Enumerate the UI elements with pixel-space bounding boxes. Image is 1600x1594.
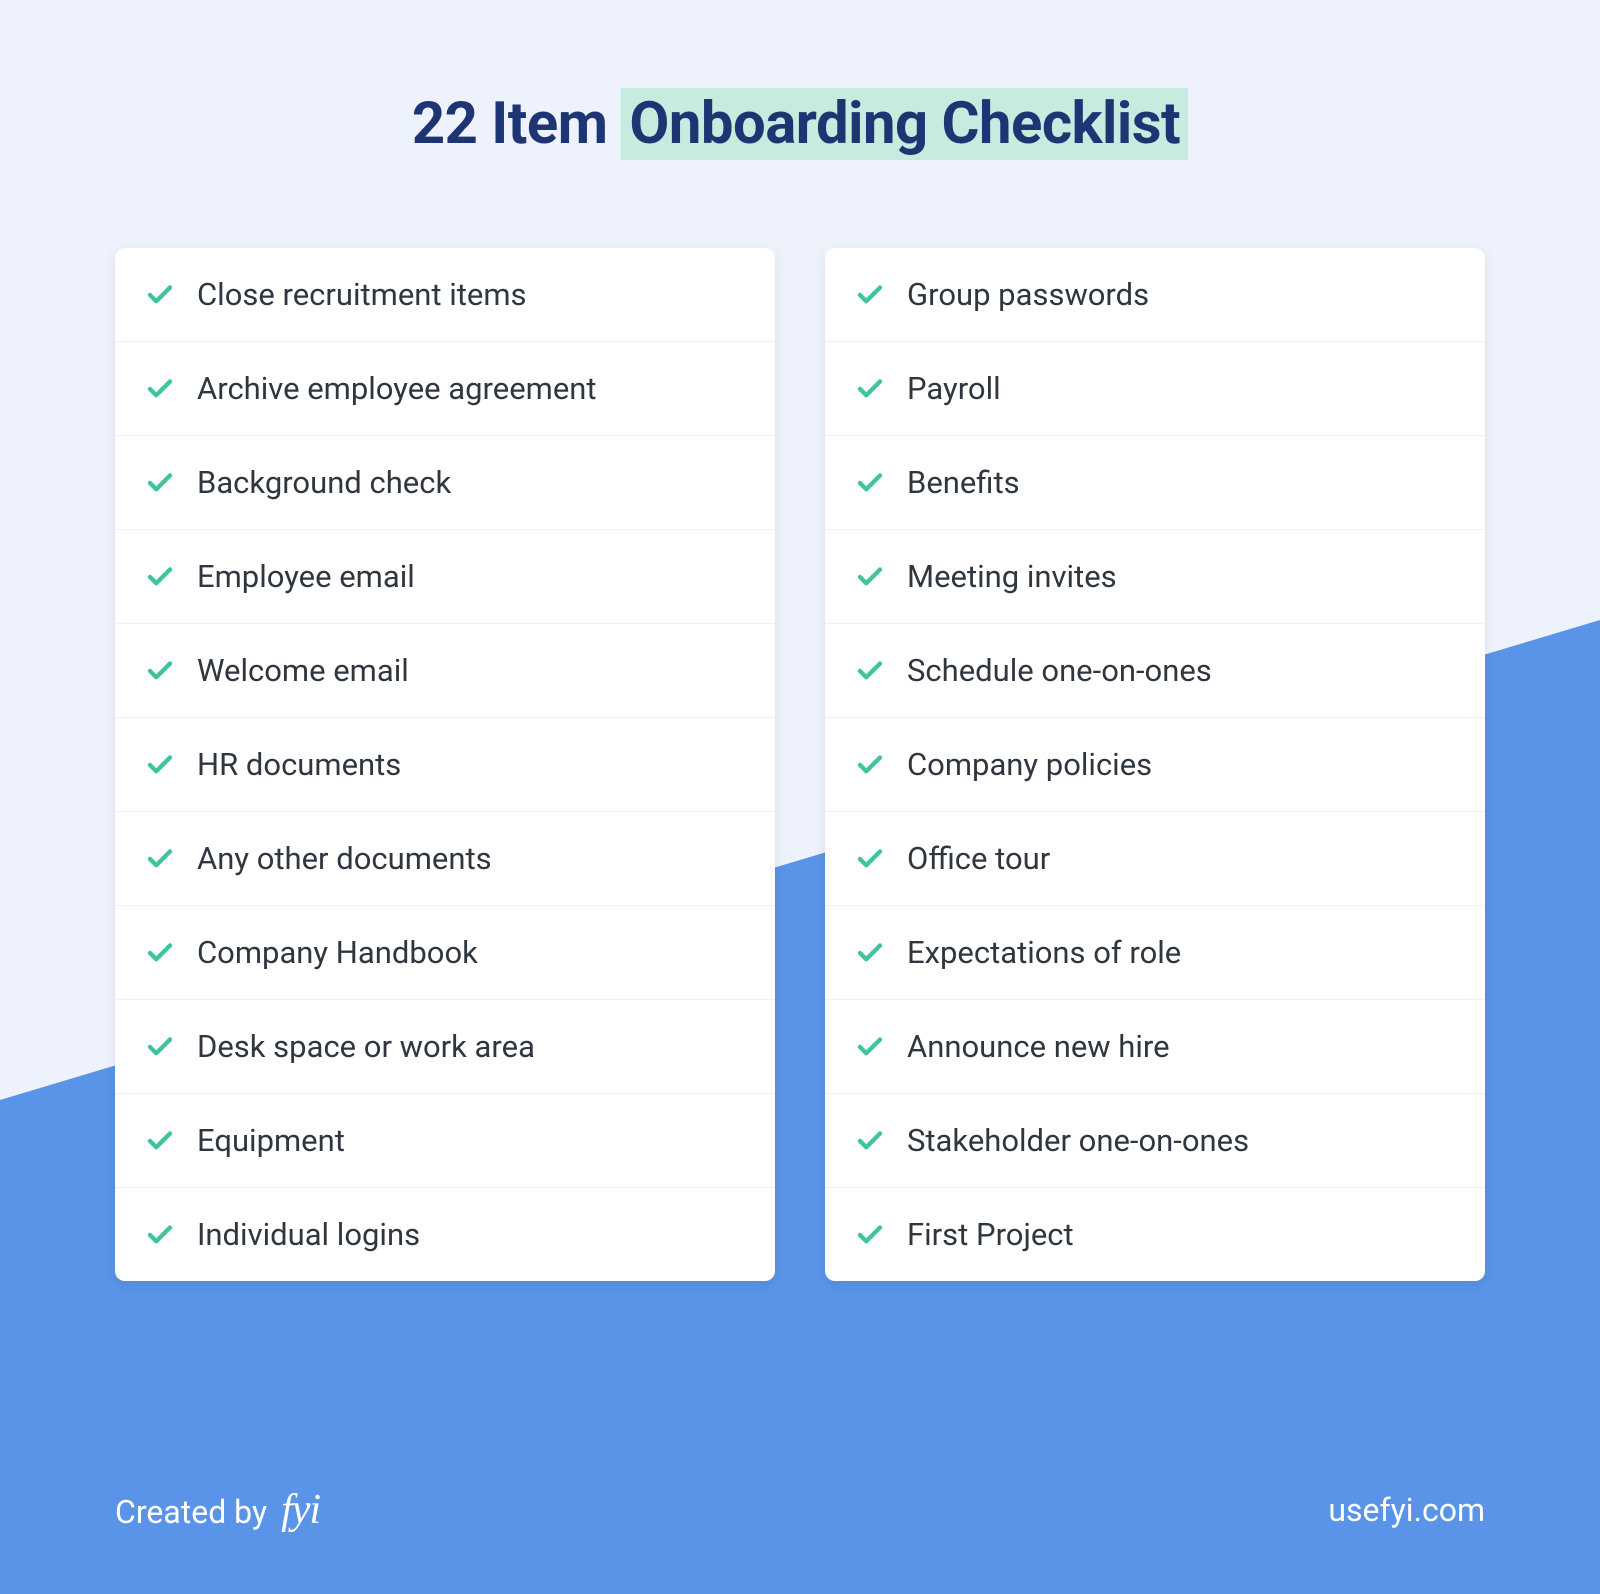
check-icon <box>855 750 885 780</box>
checklist-item: Payroll <box>825 342 1485 436</box>
check-icon <box>145 468 175 498</box>
checklist-item: Group passwords <box>825 248 1485 342</box>
checklist-item-label: Company policies <box>907 746 1152 783</box>
checklist-item: Individual logins <box>115 1188 775 1281</box>
checklist-item-label: Benefits <box>907 464 1020 501</box>
created-by-label: Created by <box>115 1493 267 1531</box>
check-icon <box>145 1220 175 1250</box>
checklist-item: Equipment <box>115 1094 775 1188</box>
check-icon <box>145 750 175 780</box>
checklist-item-label: Individual logins <box>197 1216 420 1253</box>
checklist-item-label: Schedule one-on-ones <box>907 652 1212 689</box>
checklist-item: Schedule one-on-ones <box>825 624 1485 718</box>
checklist-item-label: Office tour <box>907 840 1050 877</box>
check-icon <box>855 1032 885 1062</box>
checklist-item: Announce new hire <box>825 1000 1485 1094</box>
checklist-item: Office tour <box>825 812 1485 906</box>
checklist-item: Meeting invites <box>825 530 1485 624</box>
created-by: Created by fyi <box>115 1486 320 1534</box>
check-icon <box>145 374 175 404</box>
checklist-item-label: Group passwords <box>907 276 1149 313</box>
checklist-card-left: Close recruitment items Archive employee … <box>115 248 775 1281</box>
checklist-item: HR documents <box>115 718 775 812</box>
checklist-item: Company Handbook <box>115 906 775 1000</box>
title-prefix: 22 Item <box>412 90 622 158</box>
checklist-item: Welcome email <box>115 624 775 718</box>
footer-url: usefyi.com <box>1328 1491 1485 1529</box>
checklist-item-label: Announce new hire <box>907 1028 1170 1065</box>
check-icon <box>145 1032 175 1062</box>
checklist-item-label: Any other documents <box>197 840 492 877</box>
checklist-item: Company policies <box>825 718 1485 812</box>
checklist-item: Background check <box>115 436 775 530</box>
check-icon <box>855 1220 885 1250</box>
check-icon <box>145 1126 175 1156</box>
checklist-item: First Project <box>825 1188 1485 1281</box>
checklist-columns: Close recruitment items Archive employee … <box>115 248 1485 1281</box>
checklist-item-label: Employee email <box>197 558 415 595</box>
checklist-card-right: Group passwords Payroll Benefits Meeting in… <box>825 248 1485 1281</box>
check-icon <box>145 280 175 310</box>
checklist-item-label: Equipment <box>197 1122 345 1159</box>
check-icon <box>855 468 885 498</box>
fyi-logo: fyi <box>281 1486 320 1534</box>
check-icon <box>145 938 175 968</box>
footer: Created by fyi usefyi.com <box>0 1486 1600 1534</box>
page-title: 22 Item Onboarding Checklist <box>115 90 1485 158</box>
checklist-item-label: First Project <box>907 1216 1074 1253</box>
title-highlight: Onboarding Checklist <box>621 88 1188 160</box>
checklist-item: Stakeholder one-on-ones <box>825 1094 1485 1188</box>
check-icon <box>855 656 885 686</box>
check-icon <box>855 1126 885 1156</box>
checklist-item: Archive employee agreement <box>115 342 775 436</box>
checklist-item-label: Company Handbook <box>197 934 478 971</box>
checklist-item-label: Close recruitment items <box>197 276 527 313</box>
checklist-item: Employee email <box>115 530 775 624</box>
check-icon <box>145 844 175 874</box>
checklist-item-label: Desk space or work area <box>197 1028 535 1065</box>
check-icon <box>145 656 175 686</box>
checklist-item-label: Meeting invites <box>907 558 1117 595</box>
checklist-item: Any other documents <box>115 812 775 906</box>
checklist-item-label: HR documents <box>197 746 401 783</box>
check-icon <box>855 374 885 404</box>
check-icon <box>855 844 885 874</box>
checklist-item-label: Expectations of role <box>907 934 1181 971</box>
check-icon <box>855 562 885 592</box>
checklist-item-label: Payroll <box>907 370 1001 407</box>
check-icon <box>855 280 885 310</box>
checklist-item: Benefits <box>825 436 1485 530</box>
checklist-item-label: Welcome email <box>197 652 409 689</box>
checklist-item-label: Stakeholder one-on-ones <box>907 1122 1249 1159</box>
checklist-item: Desk space or work area <box>115 1000 775 1094</box>
check-icon <box>855 938 885 968</box>
checklist-item-label: Background check <box>197 464 451 501</box>
check-icon <box>145 562 175 592</box>
checklist-item: Expectations of role <box>825 906 1485 1000</box>
checklist-item-label: Archive employee agreement <box>197 370 597 407</box>
checklist-item: Close recruitment items <box>115 248 775 342</box>
